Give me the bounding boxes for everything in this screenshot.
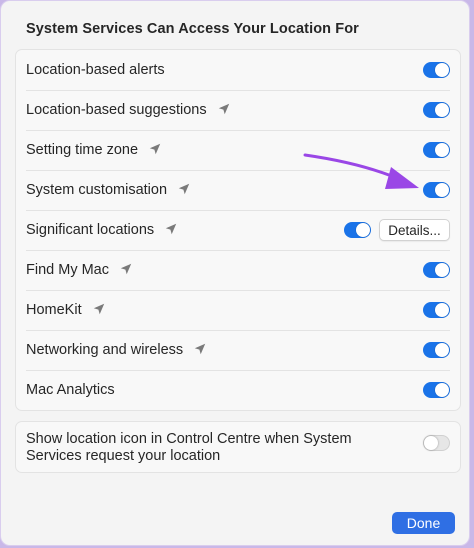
location-arrow-icon: [194, 343, 206, 355]
row-label: Mac Analytics: [26, 382, 115, 398]
location-arrow-icon: [218, 103, 229, 115]
system-customisation-toggle[interactable]: [423, 182, 450, 198]
row-label: Setting time zone: [26, 142, 161, 158]
row-find-my-mac: Find My Mac: [16, 250, 460, 290]
row-significant-locations: Significant locations Details...: [16, 210, 460, 250]
networking-and-wireless-toggle[interactable]: [423, 342, 450, 358]
toggle-knob: [424, 436, 438, 450]
significant-locations-toggle[interactable]: [344, 222, 371, 238]
row-system-customisation: System customisation: [16, 170, 460, 210]
row-label: System customisation: [26, 182, 190, 198]
toggle-knob: [435, 263, 449, 277]
location-arrow-icon: [165, 223, 177, 235]
location-arrow-icon: [120, 263, 132, 275]
toggle-knob: [435, 183, 449, 197]
location-based-alerts-toggle[interactable]: [423, 62, 450, 78]
toggle-knob: [435, 303, 449, 317]
toggle-knob: [435, 63, 449, 77]
location-based-suggestions-toggle[interactable]: [423, 102, 450, 118]
done-button[interactable]: Done: [392, 512, 455, 534]
toggle-knob: [435, 143, 449, 157]
row-label: Location-based suggestions: [26, 102, 230, 118]
show-location-icon-toggle[interactable]: [423, 435, 450, 451]
find-my-mac-toggle[interactable]: [423, 262, 450, 278]
row-setting-time-zone: Setting time zone: [16, 130, 460, 170]
row-mac-analytics: Mac Analytics: [16, 370, 460, 410]
row-label: Find My Mac: [26, 262, 132, 278]
location-services-sheet: System Services Can Access Your Location…: [0, 0, 470, 546]
row-networking-and-wireless: Networking and wireless: [16, 330, 460, 370]
location-arrow-icon: [178, 183, 190, 195]
toggle-knob: [435, 383, 449, 397]
control-centre-option-label: Show location icon in Control Centre whe…: [26, 431, 352, 464]
section-title: System Services Can Access Your Location…: [26, 21, 359, 37]
toggle-knob: [356, 223, 370, 237]
row-label: Significant locations: [26, 222, 177, 238]
setting-time-zone-toggle[interactable]: [423, 142, 450, 158]
toggle-knob: [435, 343, 449, 357]
toggle-knob: [435, 103, 449, 117]
location-arrow-icon: [149, 143, 161, 155]
location-arrow-icon: [93, 303, 104, 315]
homekit-toggle[interactable]: [423, 302, 450, 318]
control-centre-option: Show location icon in Control Centre whe…: [15, 421, 461, 473]
row-label: Networking and wireless: [26, 342, 206, 358]
system-services-list: Location-based alerts Location-based sug…: [15, 49, 461, 411]
row-location-based-suggestions: Location-based suggestions: [16, 90, 460, 130]
row-label: Location-based alerts: [26, 62, 165, 78]
row-homekit: HomeKit: [16, 290, 460, 330]
row-label: HomeKit: [26, 302, 105, 318]
mac-analytics-toggle[interactable]: [423, 382, 450, 398]
row-location-based-alerts: Location-based alerts: [16, 50, 460, 90]
details-button[interactable]: Details...: [379, 219, 450, 241]
